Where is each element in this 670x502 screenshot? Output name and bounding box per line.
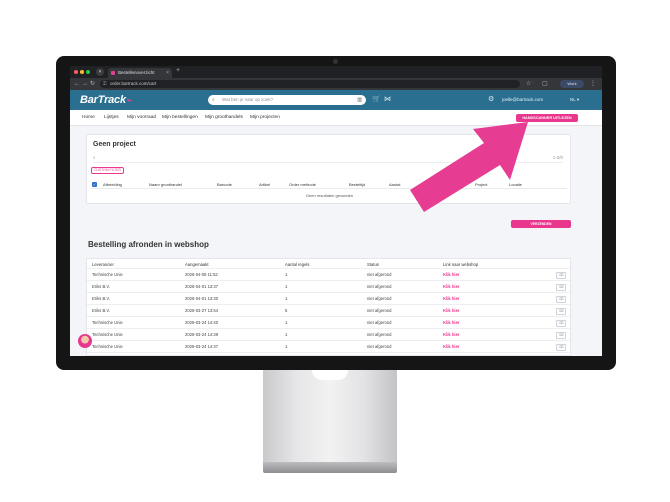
camera-dot xyxy=(333,59,338,64)
monitor-bezel: ▾ Bestellenoverzicht × + ← → ↻ ⚿ order.b… xyxy=(56,56,616,370)
pink-arrow-annotation xyxy=(410,122,528,212)
stand-cutout xyxy=(312,370,348,380)
screen: ▾ Bestellenoverzicht × + ← → ↻ ⚿ order.b… xyxy=(70,66,602,356)
arrow-shape xyxy=(410,122,528,212)
stand-base xyxy=(263,462,397,473)
product-mockup: ▾ Bestellenoverzicht × + ← → ↻ ⚿ order.b… xyxy=(0,0,670,502)
monitor-stand xyxy=(263,368,397,464)
